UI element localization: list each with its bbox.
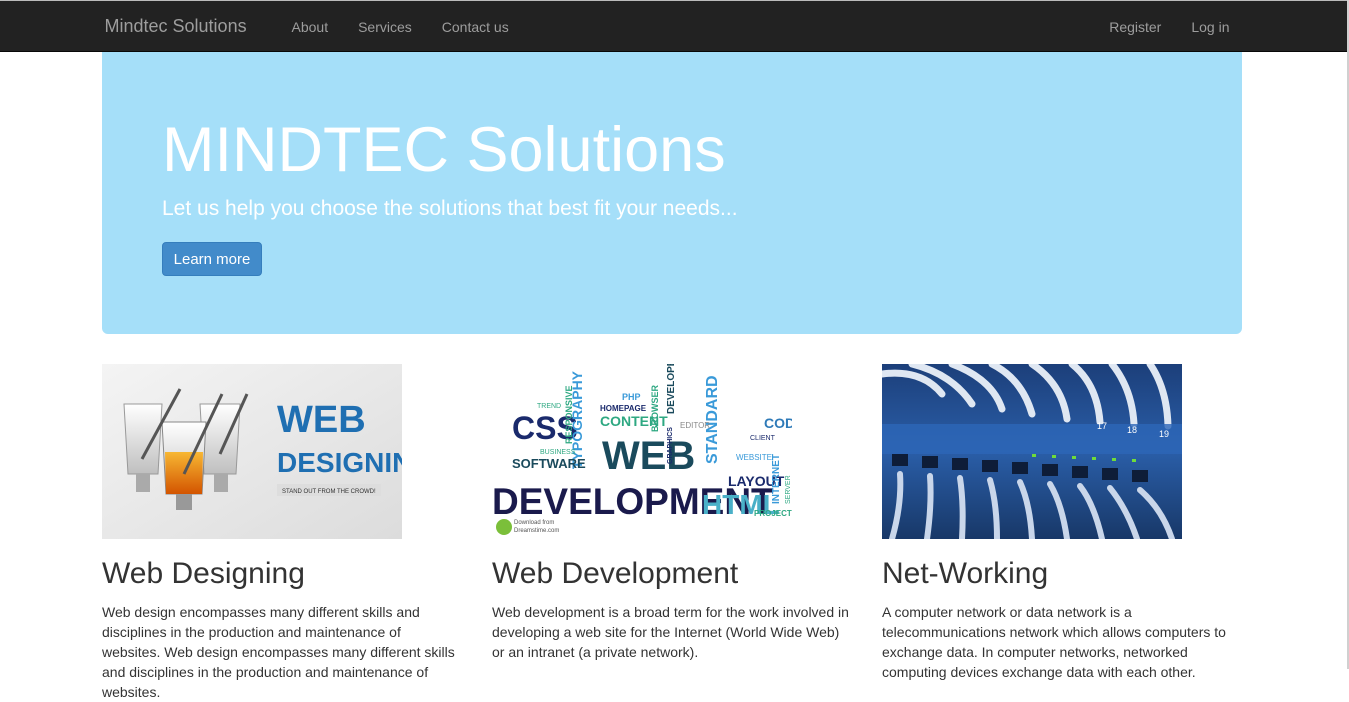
wc-responsive: RESPONSIVE <box>564 385 574 444</box>
wc-trend: TREND <box>537 403 561 410</box>
wc-internet: INTERNET <box>771 454 782 504</box>
auth-menu: Register Log in <box>1094 1 1244 51</box>
wc-browser: BROWSER <box>650 385 660 433</box>
top-navbar: Mindtec Solutions About Services Contact… <box>0 0 1349 52</box>
web-designing-image: WEB DESIGNING STAND OUT FROM THE CROWD! <box>102 364 402 539</box>
wc-editor: EDITOR <box>680 421 710 430</box>
networking-text: A computer network or data network is a … <box>882 604 1226 680</box>
wc-php: PHP <box>622 392 641 402</box>
tagline-label: STAND OUT FROM THE CROWD! <box>282 489 376 495</box>
web-designing-text: Web design encompasses many different sk… <box>102 604 455 700</box>
wc-standard: STANDARD <box>704 375 721 464</box>
networking-heading: Net-Working <box>882 557 1049 590</box>
wc-server: SERVER <box>785 475 792 504</box>
wc-graphics: GRAPHICS <box>667 427 674 464</box>
wc-code: CODE <box>764 415 792 431</box>
service-web-designing: WEB DESIGNING STAND OUT FROM THE CROWD! … <box>102 364 462 700</box>
designing-label: DESIGNING <box>277 447 402 478</box>
brand-link[interactable]: Mindtec Solutions <box>105 16 247 37</box>
learn-more-button[interactable]: Learn more <box>162 242 262 276</box>
networking-image: 17 18 19 <box>882 364 1182 539</box>
wc-client: CLIENT <box>750 435 776 442</box>
web-development-image: CSS WEB DEVELOPMENT HTML TYPOGRAPHY CONT… <box>492 364 792 539</box>
service-networking: 17 18 19 Net-Working A computer network … <box>882 364 1242 680</box>
port-19: 19 <box>1159 429 1169 439</box>
hero-lead: Let us help you choose the solutions tha… <box>162 197 738 220</box>
port-18: 18 <box>1127 425 1137 435</box>
hero-title: MINDTEC Solutions <box>162 115 726 185</box>
web-development-heading: Web Development <box>492 557 739 590</box>
wc-homepage: HOMEPAGE <box>600 404 647 413</box>
wc-project: PROJECT <box>754 509 792 518</box>
wc-developer: DEVELOPER <box>666 364 677 414</box>
web-designing-heading: Web Designing <box>102 557 305 590</box>
web-label: WEB <box>277 399 366 441</box>
nav-services[interactable]: Services <box>343 1 427 51</box>
nav-contact[interactable]: Contact us <box>427 1 524 51</box>
nav-about[interactable]: About <box>277 1 344 51</box>
service-web-development: CSS WEB DEVELOPMENT HTML TYPOGRAPHY CONT… <box>492 364 852 660</box>
wc-business: BUSINESS <box>540 449 576 456</box>
nav-login[interactable]: Log in <box>1176 1 1244 51</box>
hero-jumbotron: MINDTEC Solutions Let us help you choose… <box>102 52 1242 334</box>
nav-register[interactable]: Register <box>1094 1 1176 51</box>
wc-dreamstime: Dreamstime.com <box>514 528 559 534</box>
nav-menu: About Services Contact us <box>277 1 524 51</box>
wc-software: SOFTWARE <box>512 456 586 471</box>
web-development-text: Web development is a broad term for the … <box>492 604 849 660</box>
wc-download: Download from <box>514 520 554 526</box>
port-17: 17 <box>1097 421 1107 431</box>
wc-web: WEB <box>602 434 695 478</box>
wc-website: WEBSITE <box>736 453 772 462</box>
